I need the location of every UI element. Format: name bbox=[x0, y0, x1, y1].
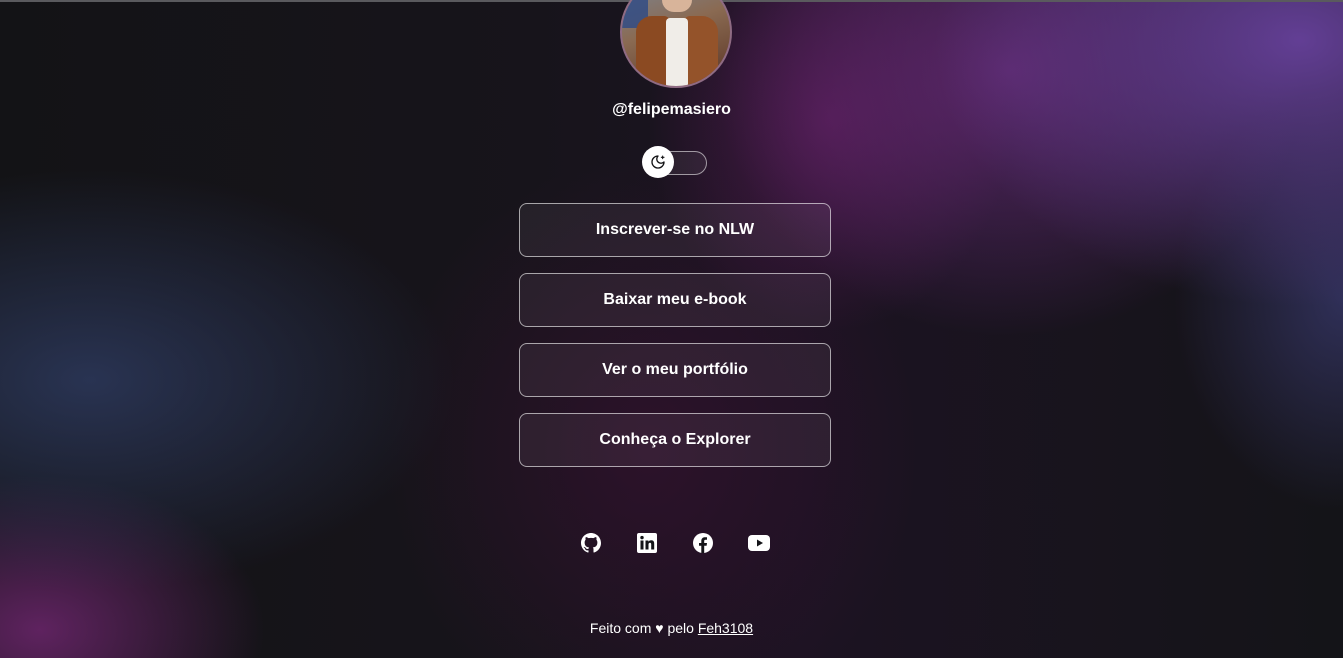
link-label: Baixar meu e-book bbox=[603, 291, 747, 308]
link-label: Inscrever-se no NLW bbox=[595, 221, 755, 238]
switch-knob bbox=[642, 146, 674, 178]
facebook-link[interactable] bbox=[691, 531, 715, 555]
page-container: @felipemasiero Inscrever-se no NLW Baixa… bbox=[0, 0, 1343, 658]
theme-switch[interactable] bbox=[642, 146, 707, 178]
social-links bbox=[579, 531, 771, 555]
link-button-ebook[interactable]: Baixar meu e-book bbox=[519, 273, 831, 327]
profile-avatar bbox=[620, 0, 732, 88]
links-list: Inscrever-se no NLW Baixar meu e-book Ve… bbox=[519, 203, 831, 483]
profile-username: @felipemasiero bbox=[612, 101, 731, 118]
link-button-explorer[interactable]: Conheça o Explorer bbox=[519, 413, 831, 467]
linkedin-icon bbox=[637, 533, 657, 553]
link-button-portfolio[interactable]: Ver o meu portfólio bbox=[519, 343, 831, 397]
youtube-link[interactable] bbox=[747, 531, 771, 555]
moon-icon bbox=[651, 155, 665, 169]
link-label: Conheça o Explorer bbox=[599, 431, 751, 448]
youtube-icon bbox=[748, 535, 770, 551]
linkedin-link[interactable] bbox=[635, 531, 659, 555]
github-link[interactable] bbox=[579, 531, 603, 555]
author-link[interactable]: Feh3108 bbox=[698, 620, 753, 636]
link-button-nlw[interactable]: Inscrever-se no NLW bbox=[519, 203, 831, 257]
footer-text: Feito com ♥ pelo bbox=[589, 620, 694, 636]
page-footer: Feito com ♥ pelo Feh3108 bbox=[0, 620, 1343, 636]
link-label: Ver o meu portfólio bbox=[602, 361, 748, 378]
github-icon bbox=[581, 533, 601, 553]
facebook-icon bbox=[693, 533, 713, 553]
